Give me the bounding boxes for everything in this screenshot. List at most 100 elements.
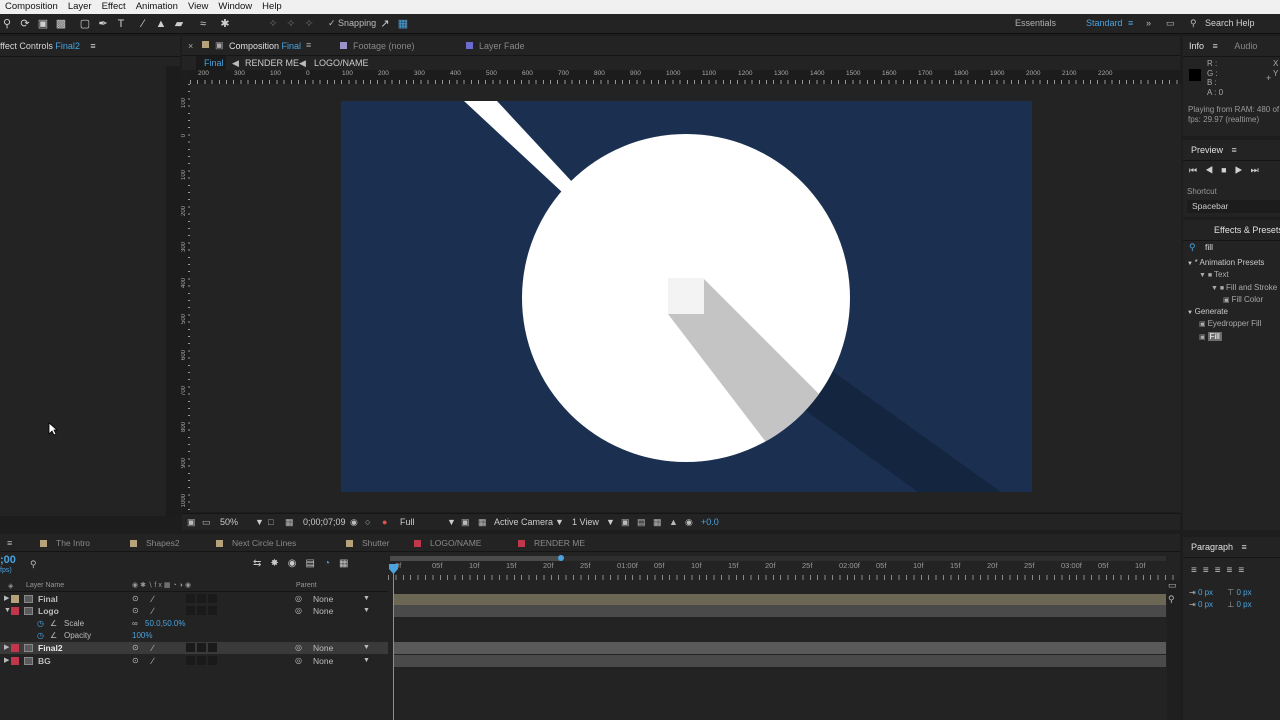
type-tool-icon[interactable]: T (114, 17, 128, 31)
brush-tool-icon[interactable]: ∕ (136, 17, 150, 31)
expand-arrow-icon[interactable]: ▶ (4, 642, 9, 654)
layer-row[interactable]: ▶ Final2 ⊙ ∕ ◎ None ▼ (0, 642, 388, 655)
frame-blending-icon[interactable]: ▤ (306, 558, 324, 569)
effects-tree-item[interactable]: ▣ Fill (1183, 331, 1280, 343)
layer-name[interactable]: Final (38, 593, 58, 605)
tab-audio[interactable]: Audio (1234, 41, 1257, 51)
snapshot-icon[interactable]: ◉ (350, 517, 358, 528)
collapse-transform-icon[interactable]: ⊙ (132, 642, 139, 654)
parent-header[interactable]: Parent (296, 582, 317, 589)
timeline-tab[interactable]: Shutter (346, 538, 389, 548)
switch-box[interactable] (197, 655, 206, 665)
menu-view[interactable]: View (183, 0, 213, 14)
effect-controls-title[interactable]: ffect Controls (0, 41, 53, 51)
layer-color-label[interactable] (11, 595, 19, 603)
search-icon[interactable]: ⚲ (1190, 18, 1197, 29)
shy-layers-icon[interactable]: ◉ (288, 558, 306, 569)
lock-icon[interactable]: ▣ (215, 40, 224, 51)
layer-row[interactable]: ▼ Logo ⊙ ∕ ◎ None ▼ (0, 605, 388, 617)
channel-icon[interactable]: ● (382, 517, 387, 527)
collapse-transform-icon[interactable]: ⊙ (132, 605, 139, 617)
align-right-icon[interactable]: ≡ (1215, 565, 1227, 576)
close-icon[interactable]: × (188, 41, 193, 51)
layer-row[interactable]: ▶ Final ⊙ ∕ ◎ None ▼ (0, 593, 388, 605)
parent-dropdown[interactable]: None (313, 605, 333, 617)
breadcrumb-logo-name[interactable]: LOGO/NAME (314, 58, 369, 68)
layer-name-header[interactable]: Layer Name (26, 582, 64, 589)
effects-tree-item[interactable]: ▣ Eyedropper Fill (1183, 318, 1280, 330)
axis-local-icon[interactable]: ✧ (266, 17, 280, 31)
breadcrumb-final[interactable]: Final (196, 56, 226, 70)
menu-window[interactable]: Window (213, 0, 257, 14)
space-after-value[interactable]: 0 px (1237, 600, 1252, 609)
workspace-standard[interactable]: Standard (1086, 18, 1123, 28)
panel-menu-icon[interactable]: ≡ (1213, 41, 1218, 51)
layer-color-label[interactable] (11, 644, 19, 653)
property-row[interactable]: ◷ ∠ Scale ∞ 50.0,50.0% (0, 618, 388, 630)
previous-frame-icon[interactable]: ◀ (1205, 165, 1221, 175)
panel-menu-icon[interactable]: ≡ (1242, 542, 1247, 552)
exposure-value[interactable]: +0.0 (701, 517, 719, 527)
transparency-grid-icon[interactable]: ▦ (285, 517, 294, 528)
pan-behind-tool-icon[interactable]: ▩ (54, 17, 68, 31)
quality-switch-icon[interactable]: ∕ (152, 593, 154, 605)
zoom-in-time-icon[interactable]: ⚲ (1168, 594, 1175, 605)
workspace-menu-icon[interactable]: ≡ (1128, 18, 1133, 28)
tab-footage[interactable]: Footage (none) (353, 41, 415, 51)
effect-controls-scrollbar[interactable] (166, 66, 180, 516)
views-arrow-icon[interactable]: ▼ (606, 517, 615, 527)
timeline-tab[interactable]: The Intro (40, 538, 90, 548)
align-center-icon[interactable]: ≡ (1203, 565, 1215, 576)
effects-tree-item[interactable]: ▼ Generate (1183, 306, 1280, 318)
resolution-arrow-icon[interactable]: ▼ (447, 517, 456, 527)
stopwatch-icon[interactable]: ◷ (37, 618, 44, 630)
first-line-value[interactable]: 0 px (1198, 600, 1213, 609)
switch-box[interactable] (208, 655, 217, 665)
toggle-grid-icon[interactable]: ▦ (478, 517, 487, 528)
monitor-icon[interactable]: ▭ (202, 517, 211, 528)
roto-brush-tool-icon[interactable]: ≈ (196, 17, 210, 31)
layer-duration-bar[interactable] (394, 654, 1166, 667)
layer-duration-bar[interactable] (394, 593, 1166, 605)
timeline-timecode[interactable]: ;00 (0, 554, 16, 566)
quality-switch-icon[interactable]: ∕ (152, 605, 154, 617)
eraser-tool-icon[interactable]: ▰ (172, 17, 186, 31)
snap-edges-icon[interactable]: ↗ (378, 17, 392, 31)
last-frame-icon[interactable]: ⏭ (1251, 165, 1267, 175)
property-row[interactable]: ◷ ∠ Opacity 100% (0, 630, 388, 642)
rotate-tool-icon[interactable]: ⟳ (18, 17, 32, 31)
resolution-dropdown[interactable]: Full (400, 517, 415, 527)
camera-tool-icon[interactable]: ▣ (36, 17, 50, 31)
timeline-tab[interactable]: RENDER ME (518, 538, 585, 548)
switch-box[interactable] (186, 655, 195, 665)
zoom-dropdown[interactable]: 50% (220, 517, 238, 527)
parent-dropdown[interactable]: None (313, 642, 333, 654)
axis-view-icon[interactable]: ✧ (302, 17, 316, 31)
pickwhip-icon[interactable]: ◎ (295, 655, 302, 667)
motion-blur-icon[interactable]: ◔ (324, 558, 339, 569)
layer-duration-bar[interactable] (394, 642, 1166, 655)
expand-arrow-icon[interactable]: ▼ (4, 605, 11, 617)
expand-arrow-icon[interactable]: ▶ (4, 593, 9, 605)
fast-previews-icon[interactable]: ▣ (461, 517, 470, 528)
timeline-tab[interactable]: LOGO/NAME (414, 538, 481, 548)
quality-switch-icon[interactable]: ∕ (152, 642, 154, 654)
comp-flowchart-icon[interactable]: ▦ (653, 517, 662, 528)
layer-name[interactable]: Final2 (38, 642, 63, 654)
switch-box[interactable] (208, 643, 217, 653)
comp-button-icon[interactable]: ▭ (1168, 580, 1177, 591)
property-track[interactable] (394, 629, 1166, 642)
effects-tree-item[interactable]: ▼ * Animation Presets (1183, 257, 1280, 269)
panel-menu-icon[interactable]: ≡ (306, 40, 311, 50)
layer-color-label[interactable] (11, 656, 19, 665)
sync-settings-icon[interactable]: ▭ (1166, 18, 1175, 29)
effects-title[interactable]: Effects & Presets (1214, 225, 1280, 235)
space-before-value[interactable]: 0 px (1237, 588, 1252, 597)
pickwhip-icon[interactable]: ◎ (295, 605, 302, 617)
zoom-tool-icon[interactable]: ⚲ (0, 17, 14, 31)
axis-world-icon[interactable]: ✧ (284, 17, 298, 31)
align-left-icon[interactable]: ≡ (1191, 565, 1203, 576)
composition-canvas[interactable] (341, 101, 1032, 492)
parent-dropdown-arrow-icon[interactable]: ▼ (363, 655, 370, 667)
playhead-icon[interactable] (389, 564, 398, 574)
